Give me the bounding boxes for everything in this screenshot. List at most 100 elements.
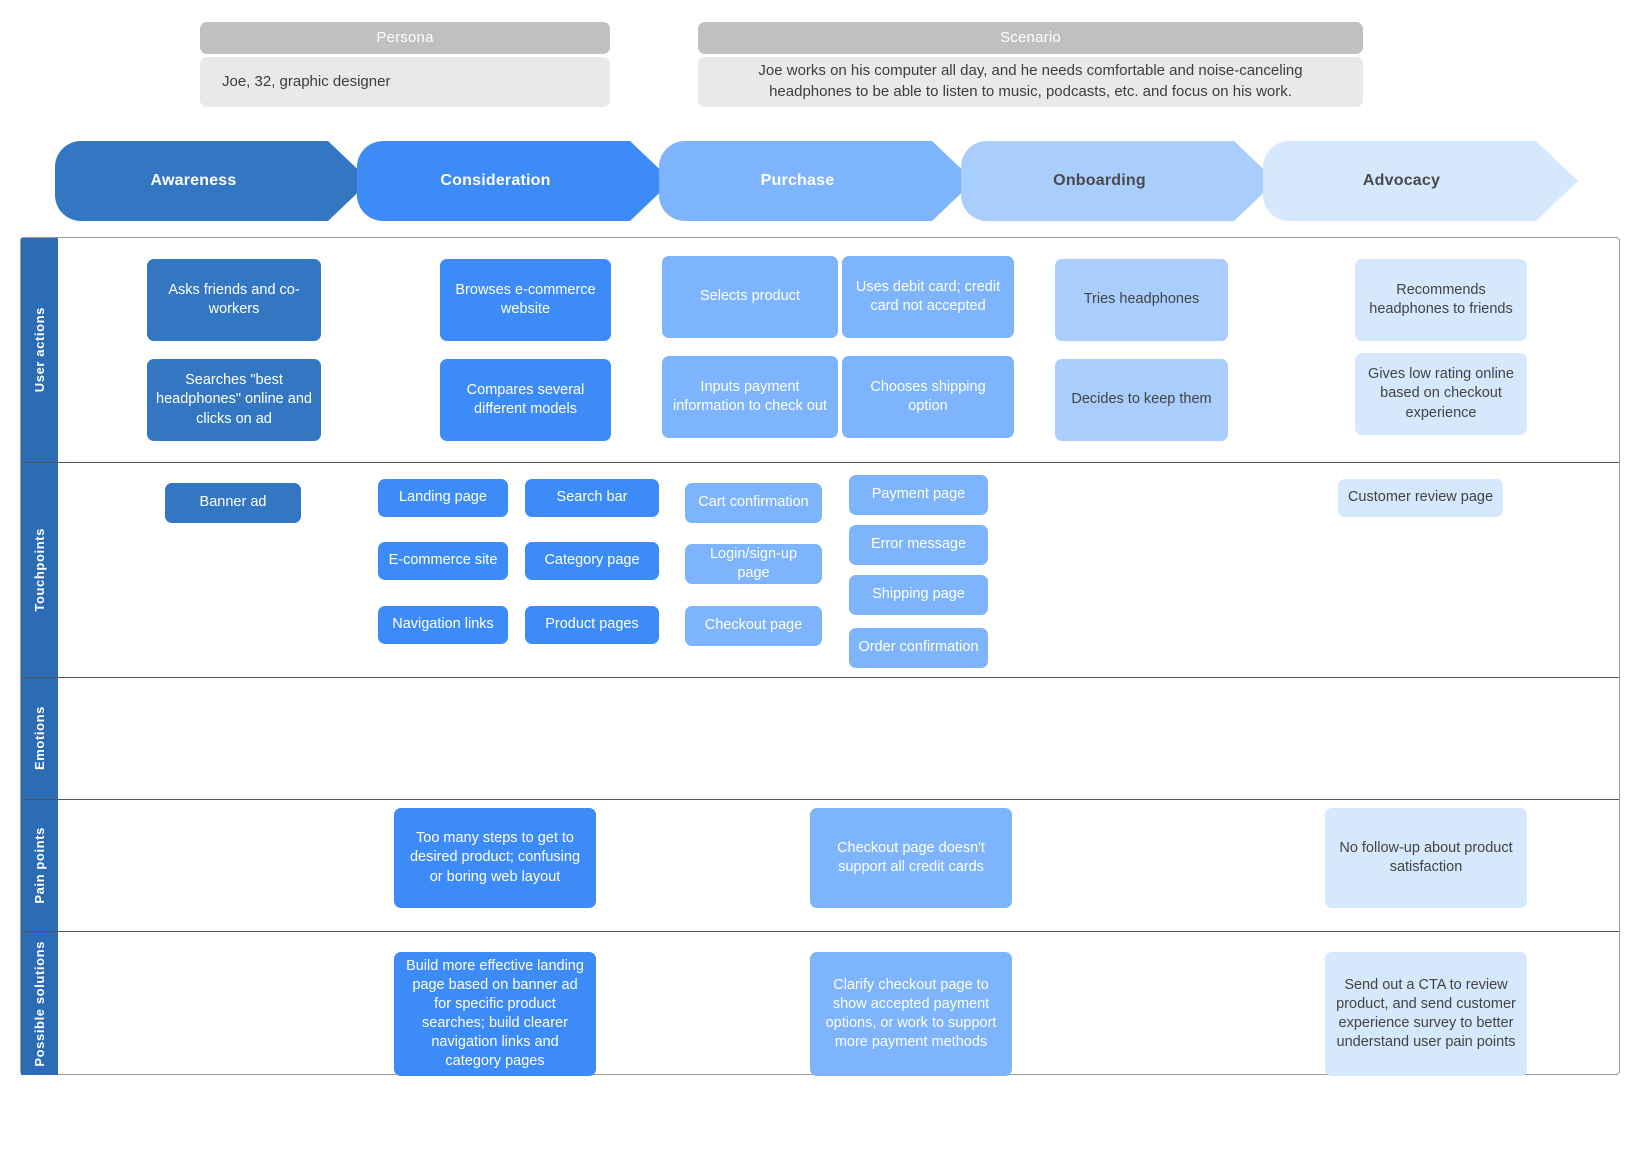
pain-point-card[interactable]: Checkout page doesn't support all credit… (810, 808, 1012, 908)
touchpoint-card[interactable]: Customer review page (1338, 479, 1503, 517)
touchpoint-card-label: Payment page (871, 486, 966, 503)
user-action-card[interactable]: Inputs payment information to check out (662, 356, 838, 438)
possible-solution-card[interactable]: Send out a CTA to review product, and se… (1325, 952, 1527, 1076)
touchpoint-card-label: E-commerce site (388, 552, 498, 569)
touchpoint-card-label: Error message (870, 536, 967, 553)
touchpoint-card-label: Checkout page (704, 617, 803, 634)
phase-label: Purchase (760, 172, 835, 189)
touchpoint-card-label: Landing page (399, 489, 487, 506)
user-action-card[interactable]: Asks friends and co-workers (147, 259, 321, 341)
phase-advocacy[interactable]: Advocacy (1263, 141, 1578, 221)
row-body-pain-points: Too many steps to get to desired product… (58, 800, 1619, 931)
scenario-text: Joe works on his computer all day, and h… (698, 57, 1363, 107)
touchpoint-card[interactable]: Search bar (525, 479, 659, 517)
user-action-card[interactable]: Uses debit card; credit card not accepte… (842, 256, 1014, 338)
touchpoint-card-label: Customer review page (1347, 489, 1494, 506)
possible-solution-card[interactable]: Build more effective landing page based … (394, 952, 596, 1076)
row-emotions: Emotions (21, 677, 1619, 799)
touchpoint-card[interactable]: Navigation links (378, 606, 508, 644)
touchpoint-card[interactable]: Product pages (525, 606, 659, 644)
touchpoint-card-label: Search bar (556, 489, 628, 506)
touchpoint-card[interactable]: Error message (849, 525, 988, 565)
touchpoint-card[interactable]: Login/sign-up page (685, 544, 822, 584)
emotion-curve (58, 678, 1619, 800)
touchpoint-card[interactable]: Cart confirmation (685, 483, 822, 523)
touchpoint-card-label: Login/sign-up page (709, 545, 798, 581)
phase-strip: Awareness Consideration Purchase Onboarding… (0, 141, 1641, 221)
user-action-card-label: Recommends headphones to friends (1369, 281, 1513, 317)
touchpoint-card[interactable]: Checkout page (685, 606, 822, 646)
persona-header: Persona (200, 22, 610, 54)
user-action-card[interactable]: Gives low rating online based on checkou… (1355, 353, 1527, 435)
possible-solution-card[interactable]: Clarify checkout page to show accepted p… (810, 952, 1012, 1076)
touchpoint-card-label: Shipping page (872, 586, 965, 603)
user-action-card-label: Searches "best headphones" online and cl… (156, 372, 312, 427)
touchpoint-card-label: Product pages (545, 616, 639, 633)
user-action-card-label: Tries headphones (1083, 291, 1200, 308)
touchpoint-card[interactable]: Category page (525, 542, 659, 580)
row-body-possible-solutions: Build more effective landing page based … (58, 932, 1619, 1076)
user-action-card[interactable]: Decides to keep them (1055, 359, 1228, 441)
row-pain-points: Pain points Too many steps to get to des… (21, 799, 1619, 931)
touchpoint-card[interactable]: E-commerce site (378, 542, 508, 580)
user-action-card-label: Browses e-commerce website (455, 281, 596, 317)
phase-awareness[interactable]: Awareness (55, 141, 370, 221)
pain-point-card-label: Checkout page doesn't support all credit… (837, 839, 985, 875)
scenario-box: Scenario Joe works on his computer all d… (698, 22, 1363, 107)
possible-solution-card-label: Build more effective landing page based … (406, 957, 584, 1070)
possible-solution-card-label: Send out a CTA to review product, and se… (1336, 976, 1516, 1051)
user-action-card-label: Uses debit card; credit card not accepte… (855, 278, 1001, 314)
user-action-card[interactable]: Recommends headphones to friends (1355, 259, 1527, 341)
touchpoint-card-label: Cart confirmation (698, 494, 809, 511)
touchpoint-card-label: Order confirmation (858, 639, 979, 656)
phase-label: Consideration (440, 172, 551, 189)
row-body-user-actions: Asks friends and co-workers Searches "bes… (58, 238, 1619, 462)
phase-consideration[interactable]: Consideration (357, 141, 672, 221)
row-label-user-actions: User actions (21, 238, 58, 462)
pain-point-card-label: Too many steps to get to desired product… (409, 830, 581, 885)
user-action-card[interactable]: Browses e-commerce website (440, 259, 611, 341)
row-label-emotions: Emotions (21, 678, 58, 799)
phase-label: Advocacy (1362, 172, 1441, 189)
phase-label: Onboarding (1053, 172, 1146, 189)
pain-point-card-label: No follow-up about product satisfaction (1339, 839, 1513, 875)
user-action-card-label: Inputs payment information to check out (673, 378, 827, 414)
touchpoint-card-label: Banner ad (199, 494, 267, 511)
touchpoint-card[interactable]: Order confirmation (849, 628, 988, 668)
user-action-card-label: Compares several different models (466, 381, 585, 417)
persona-text: Joe, 32, graphic designer (200, 57, 610, 107)
possible-solution-card-label: Clarify checkout page to show accepted p… (825, 976, 997, 1051)
touchpoint-card[interactable]: Shipping page (849, 575, 988, 615)
phase-onboarding[interactable]: Onboarding (961, 141, 1276, 221)
row-touchpoints: Touchpoints Banner ad Landing page Search … (21, 462, 1619, 677)
scenario-header: Scenario (698, 22, 1363, 54)
row-body-touchpoints: Banner ad Landing page Search bar E-commerc… (58, 463, 1619, 677)
row-user-actions: User actions Asks friends and co-workers… (21, 238, 1619, 462)
pain-point-card[interactable]: No follow-up about product satisfaction (1325, 808, 1527, 908)
user-action-card[interactable]: Compares several different models (440, 359, 611, 441)
touchpoint-card-label: Category page (544, 552, 640, 569)
row-body-emotions (58, 678, 1619, 799)
touchpoint-card[interactable]: Landing page (378, 479, 508, 517)
row-label-possible-solutions: Possible solutions (21, 932, 58, 1075)
user-action-card-label: Asks friends and co-workers (168, 281, 300, 317)
persona-box: Persona Joe, 32, graphic designer (200, 22, 610, 107)
row-label-pain-points: Pain points (21, 800, 58, 931)
user-action-card[interactable]: Tries headphones (1055, 259, 1228, 341)
journey-grid: User actions Asks friends and co-workers… (20, 237, 1620, 1076)
touchpoint-card[interactable]: Payment page (849, 475, 988, 515)
user-action-card-label: Selects product (700, 288, 800, 305)
row-label-touchpoints: Touchpoints (21, 463, 58, 677)
phase-label: Awareness (150, 172, 237, 189)
phase-purchase[interactable]: Purchase (659, 141, 974, 221)
user-action-card[interactable]: Searches "best headphones" online and cl… (147, 359, 321, 441)
row-possible-solutions: Possible solutions Build more effective … (21, 931, 1619, 1076)
touchpoint-card-label: Navigation links (392, 616, 494, 633)
user-action-card-label: Chooses shipping option (870, 378, 986, 414)
pain-point-card[interactable]: Too many steps to get to desired product… (394, 808, 596, 908)
user-action-card-label: Gives low rating online based on checkou… (1368, 366, 1514, 421)
user-action-card[interactable]: Chooses shipping option (842, 356, 1014, 438)
user-action-card[interactable]: Selects product (662, 256, 838, 338)
touchpoint-card[interactable]: Banner ad (165, 483, 301, 523)
user-action-card-label: Decides to keep them (1071, 391, 1212, 408)
